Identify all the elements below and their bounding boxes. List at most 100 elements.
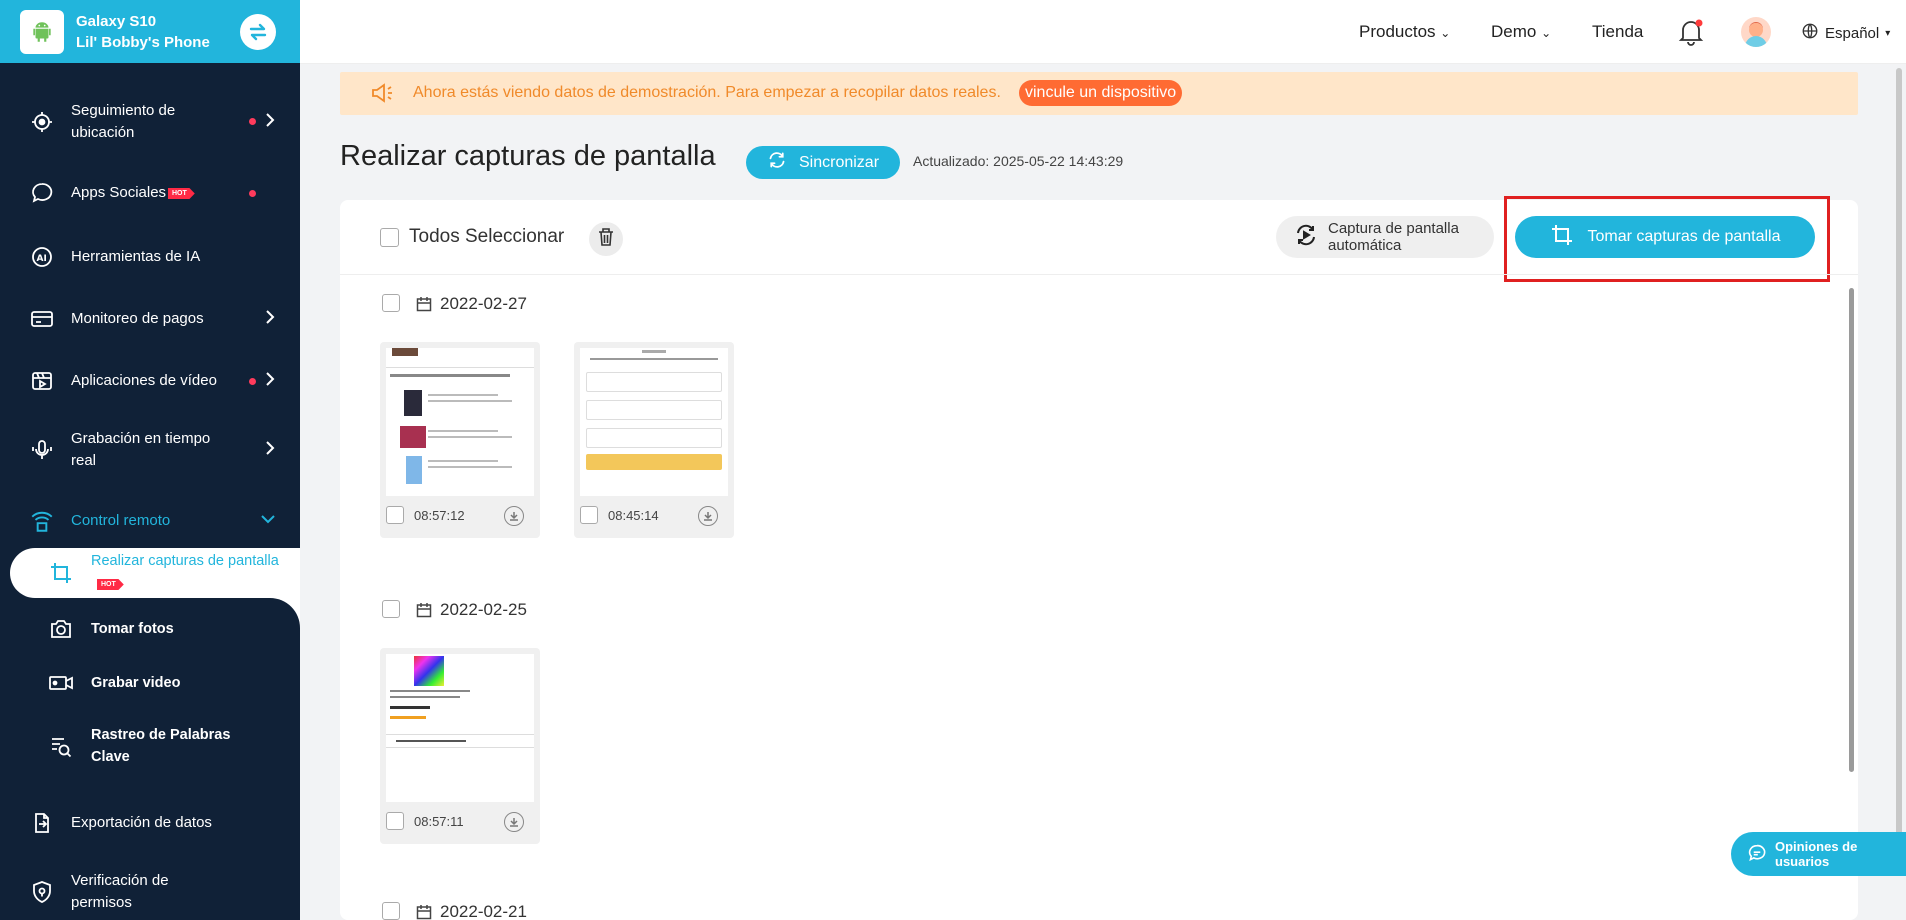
group-checkbox[interactable]: [382, 902, 400, 920]
svg-text:AI: AI: [37, 254, 47, 264]
sidebar-item-label: Herramientas de IA: [71, 248, 201, 265]
sidebar-item-label: Monitoreo de pagos: [71, 310, 204, 327]
device-owner: Lil' Bobby's Phone: [76, 33, 210, 51]
delete-button[interactable]: [589, 222, 623, 256]
sidebar-item-label: Control remoto: [71, 512, 171, 529]
screenshot-card[interactable]: 08:57:12: [380, 342, 540, 538]
group-checkbox[interactable]: [382, 294, 400, 312]
screenshot-card[interactable]: 08:45:14: [574, 342, 734, 538]
group-date: 2022-02-21: [440, 902, 527, 920]
feedback-label: Opiniones de usuarios: [1775, 839, 1858, 869]
sidebar-item-label: Seguimiento de: [71, 102, 176, 119]
android-icon: [20, 9, 64, 54]
sidebar-item-label: Verificación de: [71, 872, 169, 889]
sidebar-subitem-label: Clave: [91, 749, 130, 765]
hot-badge: HOT: [97, 579, 124, 590]
page-scrollbar[interactable]: [1896, 68, 1902, 848]
chat-bubble-icon: [28, 179, 56, 207]
page-title: Realizar capturas de pantalla: [340, 140, 716, 172]
auto-label-line2: automática: [1328, 237, 1402, 254]
language-label: Español: [1825, 24, 1880, 42]
sidebar-subitem-screenshots[interactable]: Realizar capturas de pantalla HOT: [0, 550, 300, 598]
chevron-right-icon: [264, 309, 276, 330]
sidebar-item-label: Apps Sociales: [71, 184, 167, 201]
sidebar-item-social[interactable]: Apps Sociales HOT: [0, 180, 300, 206]
feedback-button[interactable]: Opiniones de usuarios: [1731, 832, 1906, 876]
sidebar-item-permissions[interactable]: Verificación de permisos: [0, 870, 300, 914]
calendar-icon: [416, 296, 432, 317]
trash-icon: [597, 227, 615, 252]
auto-screenshot-button[interactable]: Captura de pantalla automática: [1276, 216, 1494, 258]
video-icon: [28, 367, 56, 395]
export-icon: [28, 809, 56, 837]
screenshot-card[interactable]: 08:57:11: [380, 648, 540, 844]
ai-icon: AI: [28, 243, 56, 271]
video-camera-icon: [48, 670, 74, 696]
group-date: 2022-02-27: [440, 294, 527, 313]
caret-down-icon: ▾: [1885, 27, 1891, 39]
select-all[interactable]: Todos Seleccionar: [380, 226, 564, 248]
chevron-down-icon: ⌄: [1541, 26, 1552, 40]
screenshot-checkbox[interactable]: [580, 506, 598, 524]
screenshot-time: 08:45:14: [608, 508, 659, 523]
panel-scrollbar[interactable]: [1849, 288, 1854, 772]
screenshot-checkbox[interactable]: [386, 812, 404, 830]
avatar[interactable]: [1741, 17, 1771, 47]
microphone-icon: [28, 436, 56, 464]
link-device-link[interactable]: vincule un dispositivo: [1019, 80, 1183, 106]
sidebar-subitem-photos[interactable]: Tomar fotos: [0, 616, 300, 642]
sidebar-subitem-label: Realizar capturas de pantalla: [91, 553, 279, 569]
take-screenshot-label: Tomar capturas de pantalla: [1587, 228, 1781, 245]
auto-label-line1: Captura de pantalla: [1328, 220, 1459, 237]
sidebar-item-ai-tools[interactable]: AI Herramientas de IA: [0, 244, 300, 270]
take-screenshot-button[interactable]: Tomar capturas de pantalla: [1515, 216, 1815, 258]
device-header[interactable]: Galaxy S10 Lil' Bobby's Phone: [0, 0, 300, 63]
group-date: 2022-02-25: [440, 600, 527, 619]
screenshot-thumbnail[interactable]: [580, 348, 728, 496]
sidebar-item-remote-control[interactable]: Control remoto: [0, 508, 300, 534]
products-label: Productos: [1359, 22, 1436, 41]
download-icon[interactable]: [504, 812, 524, 832]
sidebar-item-label: permisos: [71, 894, 132, 911]
sidebar-subitem-label: Grabar video: [91, 675, 181, 691]
notification-bell-icon[interactable]: [1678, 18, 1704, 51]
screenshot-time: 08:57:11: [414, 814, 464, 829]
divider: [340, 274, 1858, 275]
sync-button[interactable]: Sincronizar: [746, 146, 900, 179]
switch-device-icon[interactable]: [240, 14, 276, 50]
sidebar-item-payments[interactable]: Monitoreo de pagos: [0, 306, 300, 332]
language-selector[interactable]: Español ▾: [1801, 22, 1890, 44]
download-icon[interactable]: [504, 506, 524, 526]
sync-icon: [767, 151, 787, 174]
demo-label: Demo: [1491, 22, 1537, 41]
sidebar-item-export[interactable]: Exportación de datos: [0, 810, 300, 836]
sidebar-subitem-label: Tomar fotos: [91, 621, 174, 637]
last-updated: Actualizado: 2025-05-22 14:43:29: [913, 153, 1124, 169]
sidebar-item-label: Exportación de datos: [71, 814, 212, 831]
screenshot-thumbnail[interactable]: [386, 654, 534, 802]
sidebar-item-live-recording[interactable]: Grabación en tiempo real: [0, 428, 300, 472]
chevron-right-icon: [264, 371, 276, 392]
screenshot-checkbox[interactable]: [386, 506, 404, 524]
sidebar-item-location[interactable]: Seguimiento de ubicación: [0, 100, 300, 144]
screenshot-thumbnail[interactable]: [386, 348, 534, 496]
chevron-down-icon: [260, 512, 276, 530]
products-menu[interactable]: Productos ⌄: [1359, 22, 1450, 42]
keyword-search-icon: [48, 734, 74, 760]
top-bar: Productos ⌄ Demo ⌄ Tienda Español ▾: [300, 0, 1906, 64]
sidebar-item-label: ubicación: [71, 124, 135, 141]
sidebar-item-video-apps[interactable]: Aplicaciones de vídeo: [0, 368, 300, 394]
group-checkbox[interactable]: [382, 600, 400, 618]
select-all-checkbox[interactable]: [380, 227, 399, 247]
crop-icon: [48, 560, 74, 586]
store-link[interactable]: Tienda: [1592, 22, 1643, 42]
crop-icon: [1550, 223, 1574, 252]
calendar-icon: [416, 602, 432, 623]
camera-icon: [48, 616, 74, 642]
demo-menu[interactable]: Demo ⌄: [1491, 22, 1551, 42]
sidebar-subitem-keywords[interactable]: Rastreo de Palabras Clave: [0, 724, 300, 768]
sidebar-subitem-video[interactable]: Grabar video: [0, 670, 300, 696]
sidebar-item-label: Grabación en tiempo: [71, 430, 211, 447]
alert-dot: [249, 378, 256, 385]
download-icon[interactable]: [698, 506, 718, 526]
